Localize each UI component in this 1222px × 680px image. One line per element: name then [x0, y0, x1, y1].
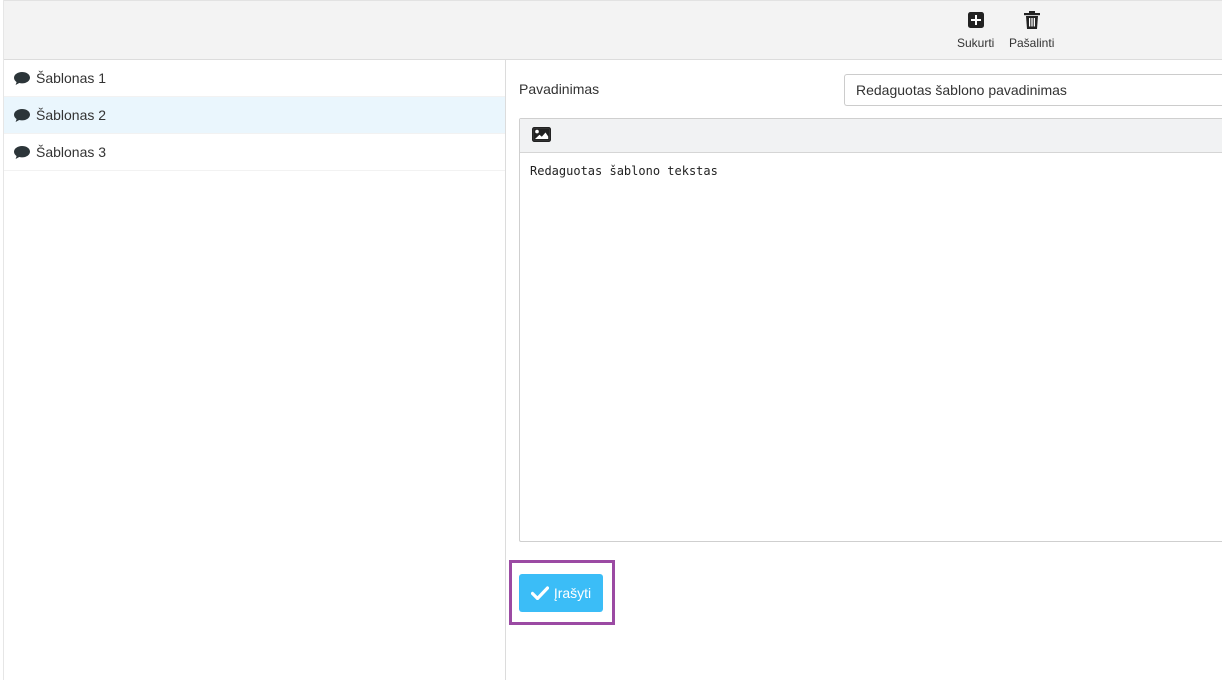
- template-item-label: Šablonas 2: [36, 107, 107, 123]
- template-item-label: Šablonas 1: [36, 70, 107, 86]
- name-input[interactable]: [844, 74, 1222, 106]
- delete-button[interactable]: Pašalinti: [1009, 9, 1054, 50]
- editor-toolbar: [520, 119, 1222, 153]
- comment-icon: [13, 144, 32, 160]
- template-body-editor[interactable]: Redaguotas šablono tekstas: [519, 118, 1222, 542]
- delete-button-label: Pašalinti: [1009, 36, 1055, 50]
- template-editor-pane: Sukurti Pašalinti Pavadinimas Redaguotas…: [505, 0, 1222, 680]
- save-button[interactable]: Įrašyti: [519, 574, 603, 612]
- create-button[interactable]: Sukurti: [957, 9, 994, 50]
- comment-icon: [13, 70, 32, 86]
- template-item-label: Šablonas 3: [36, 144, 107, 160]
- comment-icon: [13, 107, 32, 123]
- checkmark-icon: [530, 586, 549, 600]
- template-body-text[interactable]: Redaguotas šablono tekstas: [520, 153, 1222, 189]
- template-list-pane: Šablonas 1 Šablonas 2 Šablonas 3: [3, 0, 506, 680]
- template-list-header: [4, 0, 505, 60]
- editor-header-toolbar: Sukurti Pašalinti: [505, 0, 1222, 60]
- template-item-1[interactable]: Šablonas 1: [4, 60, 505, 97]
- save-button-label: Įrašyti: [553, 585, 592, 601]
- plus-square-icon: [967, 9, 984, 31]
- template-item-3[interactable]: Šablonas 3: [4, 134, 505, 171]
- create-button-label: Sukurti: [957, 36, 995, 50]
- trash-icon: [1023, 9, 1040, 31]
- template-item-2[interactable]: Šablonas 2: [4, 97, 505, 134]
- name-field-label: Pavadinimas: [519, 81, 600, 97]
- image-icon[interactable]: [532, 127, 551, 147]
